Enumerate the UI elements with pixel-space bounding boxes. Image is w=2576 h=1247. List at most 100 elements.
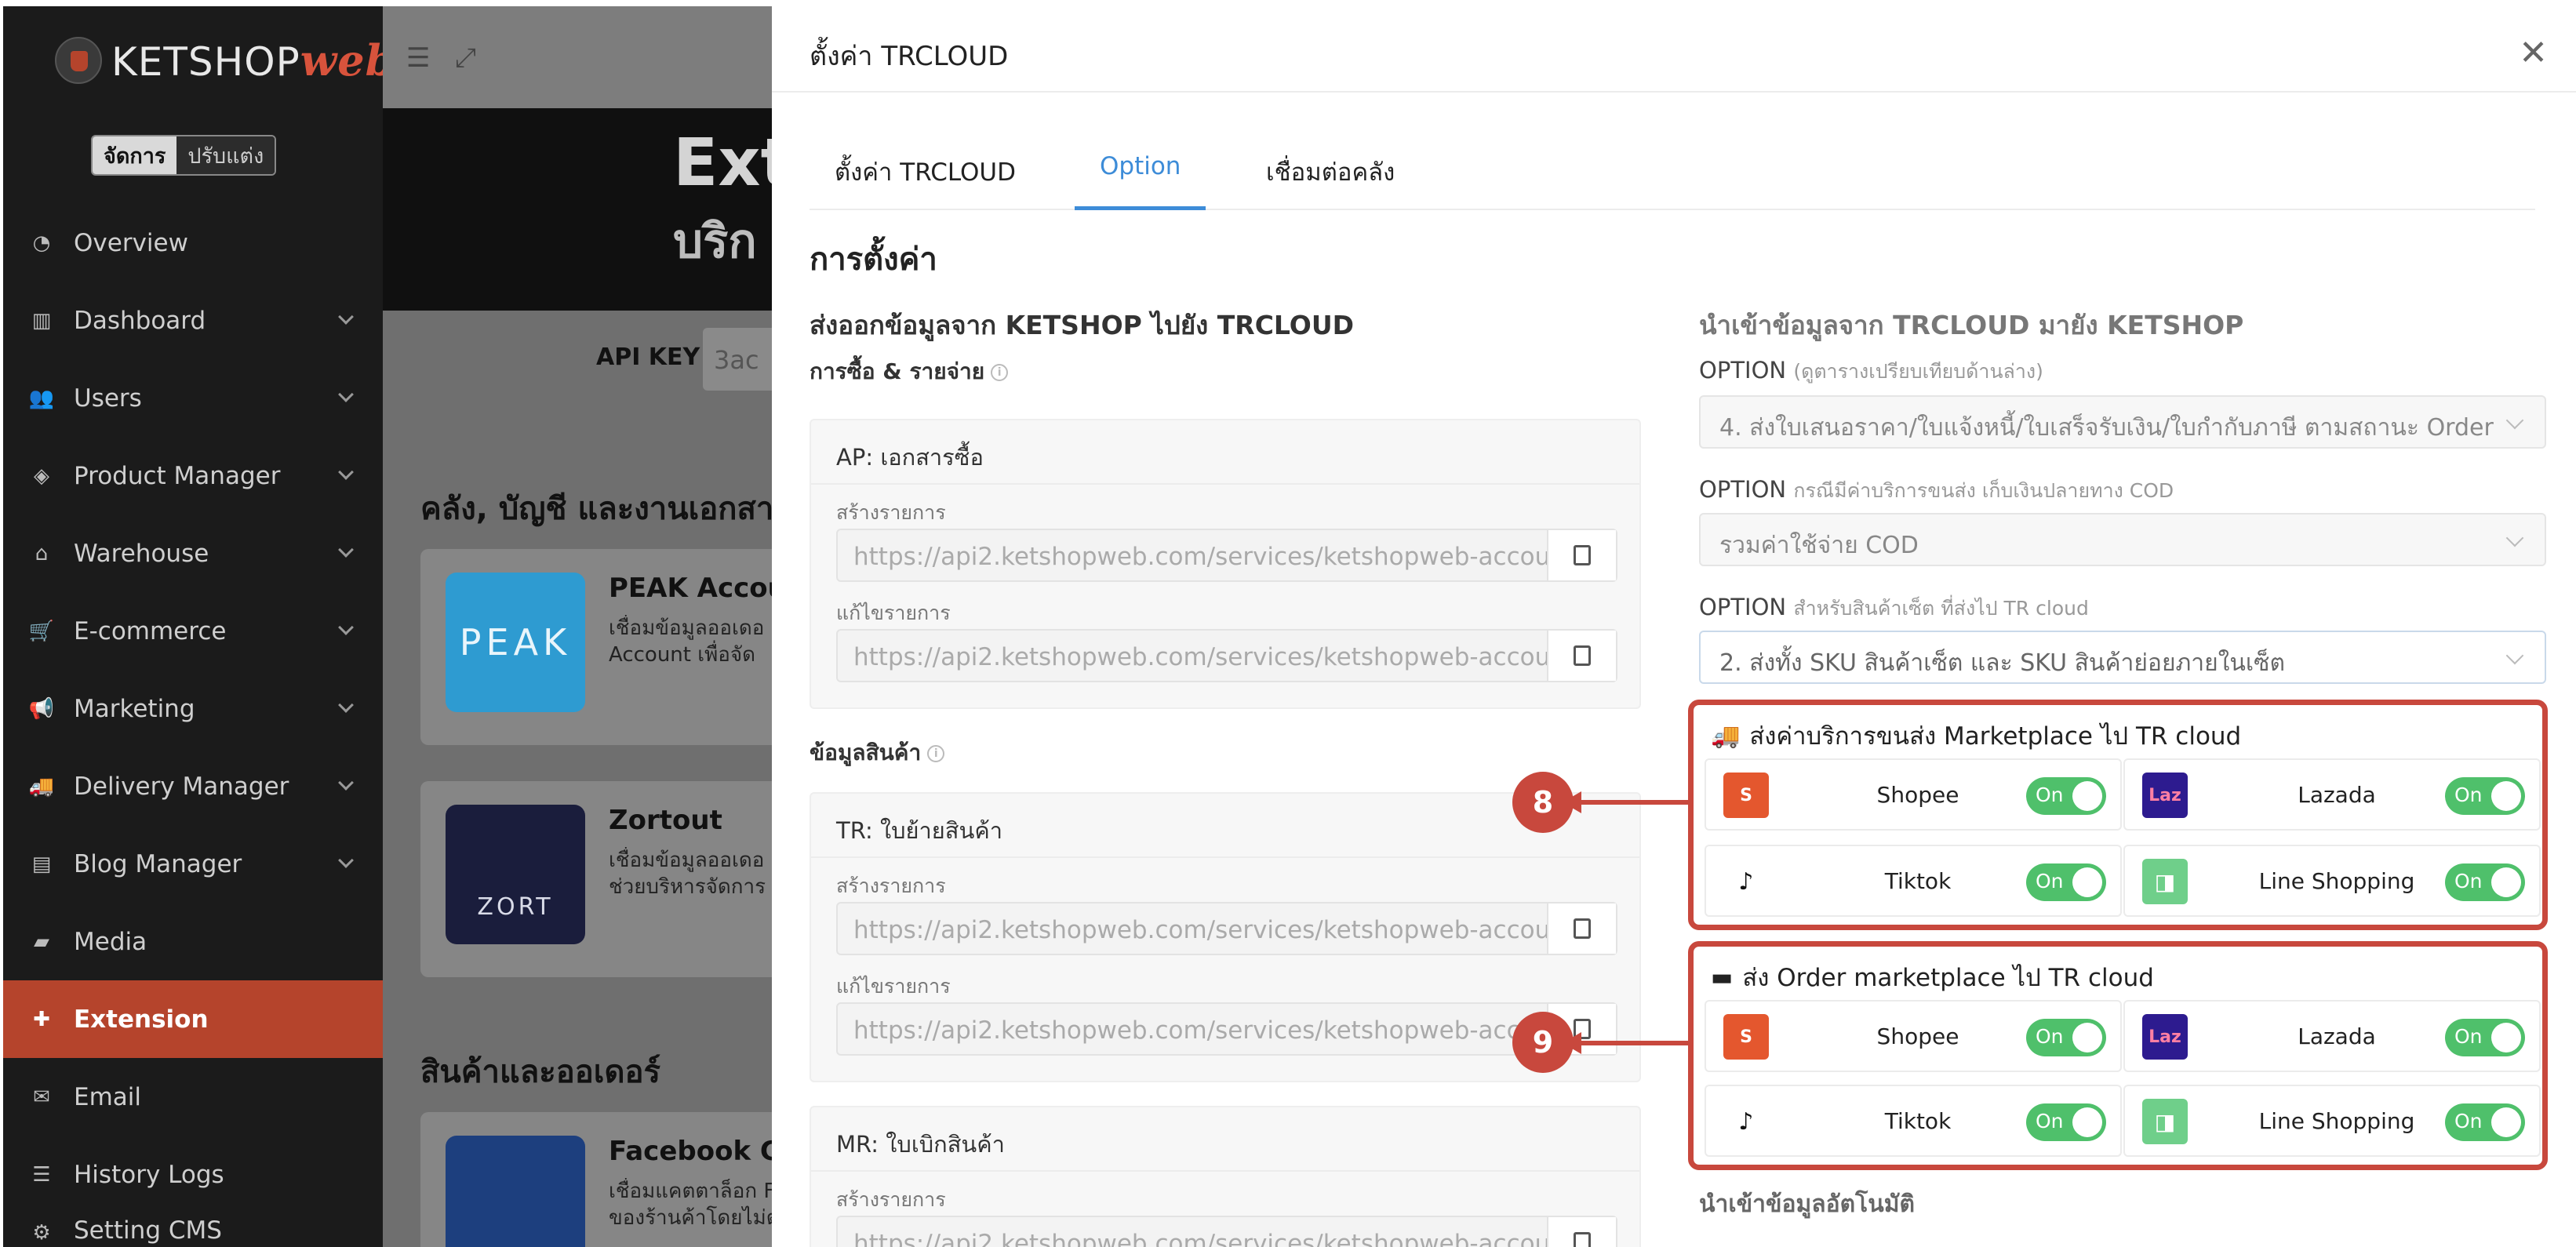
line-shopping-logo-icon: ◨ [2142,859,2188,904]
sidebar-item-delivery-manager[interactable]: 🚚 Delivery Manager [3,747,383,825]
toggle-label: On [2454,1025,2483,1048]
marketplace-tile-line-shopping: ◨ Line Shopping On [2123,1085,2541,1157]
extension-card-zortout[interactable]: ZORT Zortout เชื่อมข้อมูลออเดอ ช่วยบริหาร… [420,781,781,977]
close-icon[interactable]: ✕ [2519,33,2548,73]
tr-edit-url-field[interactable]: https://api2.ketshopweb.com/services/ket… [836,1002,1617,1056]
mr-box-title: MR: ใบเบิกสินค้า [836,1131,1005,1158]
store-icon: ▬ [1711,963,1734,991]
lazada-logo-icon: Laz [2142,773,2188,818]
sidebar: KETSHOPweb จัดการ ปรับแต่ง ◔ Overview ▥ Da… [3,6,395,1247]
sidebar-item-email[interactable]: ✉ Email [3,1058,383,1136]
chevron-down-icon [2505,529,2524,547]
info-icon[interactable]: i [927,745,945,762]
sidebar-item-ecommerce[interactable]: 🛒 E-commerce [3,592,383,670]
mr-create-url-field[interactable]: https://api2.ketshopweb.com/services/ket… [836,1216,1617,1247]
sidebar-item-label: Email [74,1082,142,1111]
api-key-label: API KEY [596,344,700,371]
tab-option[interactable]: Option [1075,152,1206,210]
extension-card-peak[interactable]: PEAK PEAK Accou เชื่อมข้อมูลออเดอ Account… [420,549,787,745]
sidebar-item-label: Setting CMS [74,1216,222,1245]
card-name: PEAK Accou [609,573,787,604]
marketplace-tile-lazada: Laz Lazada On [2123,758,2541,831]
option-2-label: OPTION กรณีมีค่าบริการขนส่ง เก็บเงินปลาย… [1699,475,2174,507]
copy-icon [1574,540,1602,565]
sidebar-item-blog-manager[interactable]: ▤ Blog Manager [3,825,383,903]
gear-icon: ⚙ [32,1221,51,1245]
megaphone-icon: 📢 [28,696,55,721]
toggle-label: On [2036,1110,2064,1132]
mode-customize-button[interactable]: ปรับแต่ง [176,136,275,174]
toggle-switch[interactable]: On [2026,1019,2106,1056]
copy-button[interactable] [1547,1217,1616,1247]
fullscreen-icon[interactable]: ⤢ [455,42,476,74]
tab-trcloud-settings[interactable]: ตั้งค่า TRCLOUD [835,152,1016,210]
marketplace-name: Shopee [1876,782,1959,808]
toggle-switch[interactable]: On [2445,777,2525,815]
ap-edit-url-field[interactable]: https://api2.ketshopweb.com/services/ket… [836,629,1617,682]
auto-import-label: นำเข้าข้อมูลอัตโนมัติ [1699,1191,1916,1218]
sidebar-item-product-manager[interactable]: ◈ Product Manager [3,437,383,514]
envelope-icon: ✉ [33,1085,50,1109]
divider [811,1170,1639,1172]
collapse-menu-icon[interactable]: ☰ [406,42,430,74]
marketplace-name: Tiktok [1884,868,1952,894]
sidebar-item-extension[interactable]: ✚ Extension [3,980,383,1058]
drawer-title: ตั้งค่า TRCLOUD [810,41,1009,72]
chevron-down-icon [338,697,354,713]
extension-card-facebook[interactable]: Facebook Ca เชื่อมแคตตาล็อก F ของร้านค้าโ… [420,1112,798,1247]
sidebar-item-marketing[interactable]: 📢 Marketing [3,670,383,747]
marketplace-name: Shopee [1876,1023,1959,1049]
brand-logo[interactable]: KETSHOPweb [55,33,395,88]
toggle-switch[interactable]: On [2445,1103,2525,1141]
option-1-value: 4. ส่งใบเสนอราคา/ใบแจ้งหนี้/ใบเสร็จรับเง… [1719,414,2494,442]
sidebar-item-label: Product Manager [74,461,281,490]
sidebar-item-history-logs[interactable]: ☰ History Logs [3,1136,383,1213]
truck-icon: 🚚 [28,774,55,798]
marketplace-name: Line Shopping [2258,868,2415,894]
sidebar-item-setting-cms[interactable]: ⚙ Setting CMS [3,1213,383,1245]
option-3-select[interactable]: 2. ส่งทั้ง SKU สินค้าเซ็ต และ SKU สินค้า… [1699,631,2546,684]
option-1-select[interactable]: 4. ส่งใบเสนอราคา/ใบแจ้งหนี้/ใบเสร็จรับเง… [1699,395,2546,449]
option-label: OPTION [1699,476,1787,503]
tr-create-url-field[interactable]: https://api2.ketshopweb.com/services/ket… [836,902,1617,955]
option-2-select[interactable]: รวมค่าใช้จ่าย COD [1699,513,2546,566]
card-desc: เชื่อมแคตตาล็อก F ของร้านค้าโดยไม่ต [609,1178,781,1231]
product-label: ข้อมูลสินค้า [810,740,922,765]
sidebar-item-media[interactable]: ▰ Media [3,903,383,980]
section-title: สินค้าและออเดอร์ [420,1054,660,1090]
toggle-switch[interactable]: On [2026,863,2106,901]
shopee-logo-icon: S [1723,1014,1769,1060]
product-section: ข้อมูลสินค้า i [810,736,945,770]
sidebar-item-dashboard[interactable]: ▥ Dashboard [3,282,383,359]
url-text: https://api2.ketshopweb.com/services/ket… [853,1016,1547,1045]
marketplace-tile-line-shopping: ◨ Line Shopping On [2123,845,2541,917]
toggle-switch[interactable]: On [2026,777,2106,815]
copy-button[interactable] [1547,903,1616,954]
chevron-down-icon [338,387,354,402]
ap-create-url-field[interactable]: https://api2.ketshopweb.com/services/ket… [836,529,1617,582]
toggle-switch[interactable]: On [2445,863,2525,901]
pie-chart-icon: ◔ [32,231,51,255]
drawer-header: ตั้งค่า TRCLOUD ✕ [772,6,2576,93]
puzzle-icon: ✚ [33,1007,50,1031]
toggle-knob [2072,1023,2102,1052]
sidebar-item-users[interactable]: 👥 Users [3,359,383,437]
toggle-switch[interactable]: On [2445,1019,2525,1056]
info-icon[interactable]: i [991,364,1009,381]
create-label: สร้างรายการ [836,874,946,897]
copy-button[interactable] [1547,530,1616,580]
chevron-down-icon [2505,411,2524,430]
copy-button[interactable] [1547,631,1616,681]
option-label: OPTION [1699,594,1787,620]
sidebar-item-overview[interactable]: ◔ Overview [3,204,383,282]
option-label: OPTION [1699,357,1787,384]
toggle-knob [2072,1107,2102,1137]
url-text: https://api2.ketshopweb.com/services/ket… [853,916,1547,944]
toggle-switch[interactable]: On [2026,1103,2106,1141]
copy-icon [1574,641,1602,666]
tab-warehouse-connect[interactable]: เชื่อมต่อคลัง [1266,152,1395,210]
sidebar-item-warehouse[interactable]: ⌂ Warehouse [3,514,383,592]
toggle-knob [2491,781,2521,811]
sidebar-item-label: Overview [74,228,188,257]
mode-manage-button[interactable]: จัดการ [93,136,177,174]
